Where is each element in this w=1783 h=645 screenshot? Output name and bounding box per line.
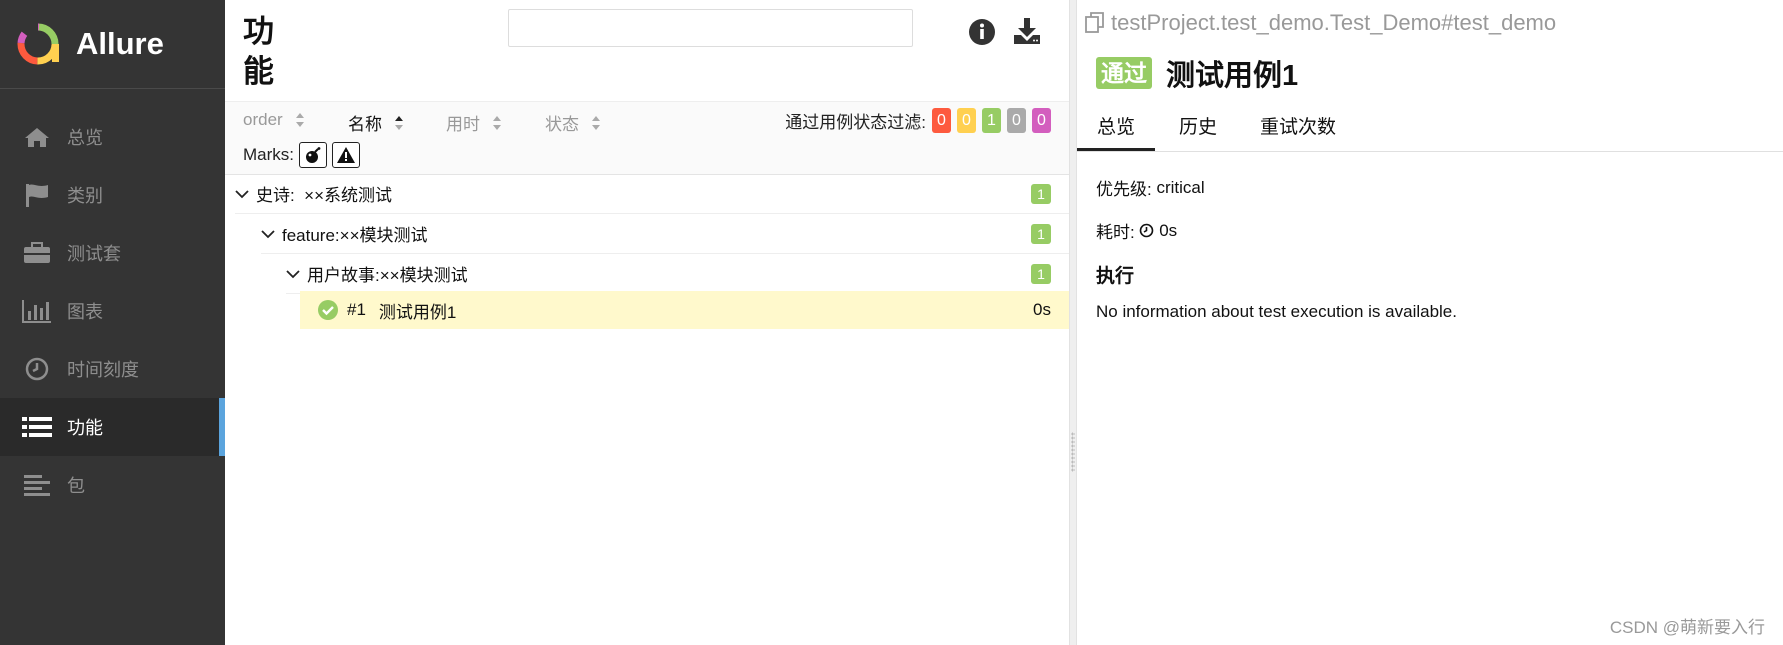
sort-name-label: 名称 [348, 115, 382, 134]
sort-duration-label: 用时 [446, 115, 480, 134]
filter-unknown-badge[interactable]: 0 [1032, 108, 1051, 133]
chevron-down-icon [235, 189, 249, 199]
sort-bar: order 名称 用时 状态 通过用例状态过滤: 0 0 1 0 0 Marks… [225, 101, 1069, 175]
tree-group-label: feature:××模块测试 [282, 226, 428, 245]
count-badge: 1 [1031, 184, 1051, 204]
duration-value: 0s [1159, 220, 1178, 240]
severity-value: critical [1156, 177, 1205, 197]
sort-name[interactable]: 名称 [348, 110, 404, 135]
filter-skipped-badge[interactable]: 0 [1007, 108, 1026, 133]
execution-heading: 执行 [1096, 266, 1135, 287]
sort-order-label: order [243, 110, 283, 129]
page-title: 功能 [243, 14, 274, 89]
duration-line: 耗时: 0s [1096, 218, 1177, 243]
sort-asc-icon [395, 115, 403, 130]
status-filter-label: 通过用例状态过滤: [785, 113, 926, 132]
tree-group-feature[interactable]: feature:××模块测试 1 [261, 214, 1069, 254]
test-case-row[interactable]: #1 测试用例1 0s [300, 291, 1069, 329]
test-title-row: 通过 测试用例1 [1096, 52, 1298, 94]
test-case-name: 测试用例1 [378, 302, 457, 322]
tree-group-story[interactable]: 用户故事:××模块测试 1 [286, 254, 1069, 294]
sidebar-item-packages[interactable]: 包 [0, 456, 225, 514]
test-full-name[interactable]: testProject.test_demo.Test_Demo#test_dem… [1085, 10, 1556, 36]
sort-status[interactable]: 状态 [545, 110, 601, 135]
severity-line: 优先级: critical [1096, 175, 1205, 200]
sidebar-item-label: 类别 [67, 186, 103, 206]
sidebar-item-timeline[interactable]: 时间刻度 [0, 340, 225, 398]
flag-icon [21, 183, 53, 207]
sidebar-item-suites[interactable]: 测试套 [0, 224, 225, 282]
sort-status-label: 状态 [545, 115, 579, 134]
filter-broken-badge[interactable]: 0 [957, 108, 976, 133]
passed-status-icon [318, 300, 338, 320]
download-icon[interactable] [1012, 16, 1042, 51]
sidebar-item-overview[interactable]: 总览 [0, 108, 225, 166]
allure-logo-icon [17, 23, 59, 65]
bomb-icon [306, 147, 321, 163]
sidebar-item-label: 功能 [67, 418, 103, 438]
marks-filter: Marks: [243, 142, 360, 168]
execution-note: No information about test execution is a… [1096, 302, 1457, 321]
new-failed-mark-button[interactable] [332, 142, 360, 168]
bar-chart-icon [21, 299, 53, 323]
sidebar-item-label: 测试套 [67, 244, 121, 264]
sort-icon [592, 115, 600, 130]
brand-name: Allure [76, 26, 164, 61]
tree-group-label: 用户故事:××模块测试 [307, 266, 468, 285]
home-icon [21, 126, 53, 148]
severity-label: 优先级: [1096, 180, 1152, 199]
tree-group-epic[interactable]: 史诗: ××系统测试 1 [235, 174, 1069, 214]
logo[interactable]: Allure [0, 0, 225, 89]
flaky-mark-button[interactable] [299, 142, 327, 168]
sort-order[interactable]: order [243, 110, 305, 130]
filter-failed-badge[interactable]: 0 [932, 108, 951, 133]
test-case-number: #1 [347, 300, 366, 319]
pane-splitter[interactable] [1069, 0, 1077, 645]
tab-overview[interactable]: 总览 [1077, 105, 1155, 151]
briefcase-icon [21, 242, 53, 264]
status-filter: 通过用例状态过滤: 0 0 1 0 0 [785, 108, 1051, 133]
sidebar-item-label: 包 [67, 476, 85, 496]
sort-icon [493, 115, 501, 130]
test-detail-panel: testProject.test_demo.Test_Demo#test_dem… [1077, 0, 1783, 645]
sidebar-item-behaviors[interactable]: 功能 [0, 398, 225, 456]
chevron-down-icon [286, 269, 300, 279]
tab-retries[interactable]: 重试次数 [1260, 105, 1336, 151]
detail-tabs: 总览 历史 重试次数 [1077, 105, 1783, 152]
sidebar-item-categories[interactable]: 类别 [0, 166, 225, 224]
watermark: CSDN @萌新要入行 [1609, 618, 1765, 637]
count-badge: 1 [1031, 224, 1051, 244]
test-case-duration: 0s [1033, 300, 1051, 319]
test-path-text: testProject.test_demo.Test_Demo#test_dem… [1111, 10, 1557, 35]
sidebar-item-graphs[interactable]: 图表 [0, 282, 225, 340]
sidebar: Allure 总览 类别 测试套 图表 时间刻度 功能 包 [0, 0, 225, 645]
sort-icon [295, 113, 304, 127]
clock-icon [1140, 223, 1154, 238]
status-badge: 通过 [1096, 57, 1152, 89]
splitter-grip[interactable] [1071, 432, 1075, 472]
clock-icon [21, 357, 53, 381]
sort-duration[interactable]: 用时 [446, 110, 502, 135]
chevron-down-icon [261, 229, 275, 239]
duration-label: 耗时: [1096, 223, 1135, 242]
count-badge: 1 [1031, 264, 1051, 284]
warning-icon [337, 147, 355, 163]
sidebar-item-label: 总览 [67, 128, 103, 148]
list-icon [21, 416, 53, 438]
search-input[interactable] [508, 9, 913, 47]
filter-passed-badge[interactable]: 1 [982, 108, 1001, 133]
tab-history[interactable]: 历史 [1179, 105, 1217, 151]
sidebar-item-label: 时间刻度 [67, 360, 139, 380]
align-left-icon [21, 474, 53, 496]
tree-panel: 功能 order 名称 用时 状态 通过用例状态过滤: 0 0 1 0 0 Ma… [225, 0, 1069, 645]
info-icon[interactable] [968, 18, 996, 51]
copy-icon[interactable] [1085, 12, 1105, 34]
sidebar-item-label: 图表 [67, 302, 103, 322]
marks-label: Marks: [243, 145, 294, 164]
test-title: 测试用例1 [1166, 60, 1299, 92]
tree-group-label: 史诗: ××系统测试 [256, 186, 393, 205]
